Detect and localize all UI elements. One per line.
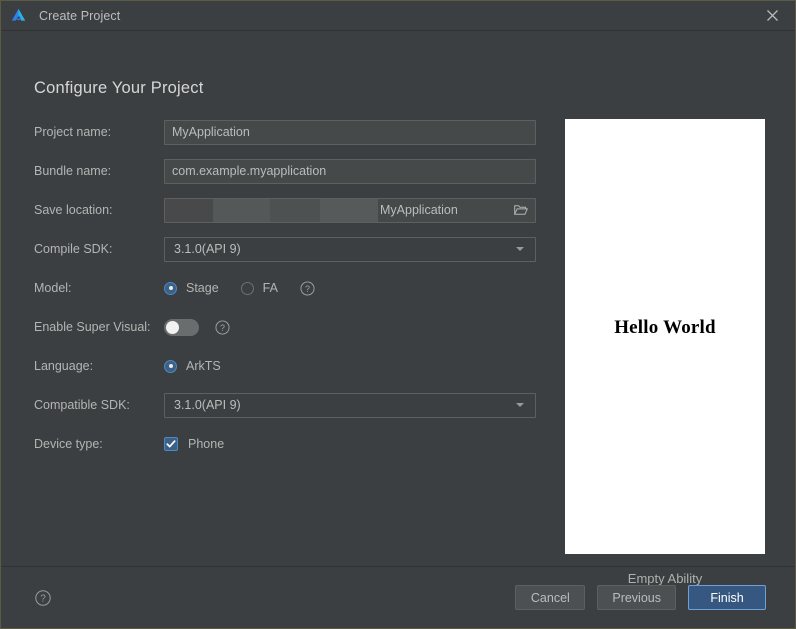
dialog-body: Configure Your Project Project name: MyA… [1,31,795,586]
finish-button[interactable]: Finish [688,585,766,610]
footer-button-group: Cancel Previous Finish [515,585,766,610]
checkbox-checked-icon [164,437,178,451]
device-type-label: Device type: [34,437,103,451]
radio-language-arkts[interactable]: ArkTS [164,359,221,373]
save-location-input[interactable]: MyApplication [164,197,536,223]
bundle-name-input[interactable]: com.example.myapplication [164,158,536,184]
field-row-language: Language: ArkTS [34,353,539,379]
save-location-value: MyApplication [380,203,458,217]
bundle-name-label: Bundle name: [34,164,112,178]
field-row-save-location: Save location: MyApplication [34,197,539,223]
toggle-knob [166,320,179,334]
language-label: Language: [34,359,94,373]
field-row-device-type: Device type: Phone [34,431,539,457]
radio-model-stage-label: Stage [186,281,219,295]
project-name-label: Project name: [34,125,112,139]
compatible-sdk-label: Compatible SDK: [34,398,130,412]
cancel-button[interactable]: Cancel [515,585,586,610]
project-name-input[interactable]: MyApplication [164,119,536,145]
svg-text:?: ? [305,283,310,293]
compatible-sdk-value: 3.1.0(API 9) [174,398,241,412]
help-circle-icon[interactable]: ? [215,319,230,335]
field-row-compile-sdk: Compile SDK: 3.1.0(API 9) [34,236,539,262]
preview-hello-world-text: Hello World [614,317,716,338]
radio-selected-icon [164,359,177,373]
phone-preview-screen: Hello World [565,119,765,554]
radio-language-arkts-label: ArkTS [186,359,221,373]
project-config-form: Project name: MyApplication Bundle name:… [34,119,539,470]
compatible-sdk-select[interactable]: 3.1.0(API 9) [164,392,536,418]
field-row-project-name: Project name: MyApplication [34,119,539,145]
deveco-logo-icon [11,8,26,21]
checkbox-device-phone-label: Phone [188,437,225,451]
previous-button[interactable]: Previous [597,585,676,610]
checkbox-device-phone[interactable]: Phone [164,437,224,451]
redacted-path [165,198,378,222]
svg-text:?: ? [40,593,46,604]
save-location-label: Save location: [34,203,113,217]
chevron-down-icon [516,247,524,251]
model-radio-group: Stage FA ? [164,280,315,296]
enable-super-visual-label: Enable Super Visual: [34,320,151,334]
field-row-bundle-name: Bundle name: com.example.myapplication [34,158,539,184]
field-row-compatible-sdk: Compatible SDK: 3.1.0(API 9) [34,392,539,418]
template-preview: Hello World Empty Ability [565,119,765,586]
radio-selected-icon [164,281,177,295]
create-project-dialog: Create Project Configure Your Project Pr… [0,0,796,629]
dialog-footer: ? Cancel Previous Finish [1,566,795,628]
chevron-down-icon [516,403,524,407]
folder-open-icon[interactable] [514,199,528,222]
compile-sdk-label: Compile SDK: [34,242,113,256]
svg-text:?: ? [220,322,225,332]
title-bar: Create Project [1,1,795,31]
close-icon[interactable] [749,1,795,30]
field-row-enable-super-visual: Enable Super Visual: ? [34,314,539,340]
radio-model-stage[interactable]: Stage [164,281,219,295]
page-title: Configure Your Project [34,79,204,97]
help-circle-icon[interactable]: ? [35,589,51,606]
radio-model-fa-label: FA [262,281,278,295]
compile-sdk-select[interactable]: 3.1.0(API 9) [164,236,536,262]
radio-unselected-icon [240,281,254,295]
radio-model-fa[interactable]: FA [240,281,278,295]
help-circle-icon[interactable]: ? [300,280,315,296]
language-radio-group: ArkTS [164,359,243,373]
window-title: Create Project [39,8,121,23]
field-row-model: Model: Stage FA ? [34,275,539,301]
enable-super-visual-toggle[interactable] [164,318,199,336]
compile-sdk-value: 3.1.0(API 9) [174,242,241,256]
model-label: Model: [34,281,72,295]
